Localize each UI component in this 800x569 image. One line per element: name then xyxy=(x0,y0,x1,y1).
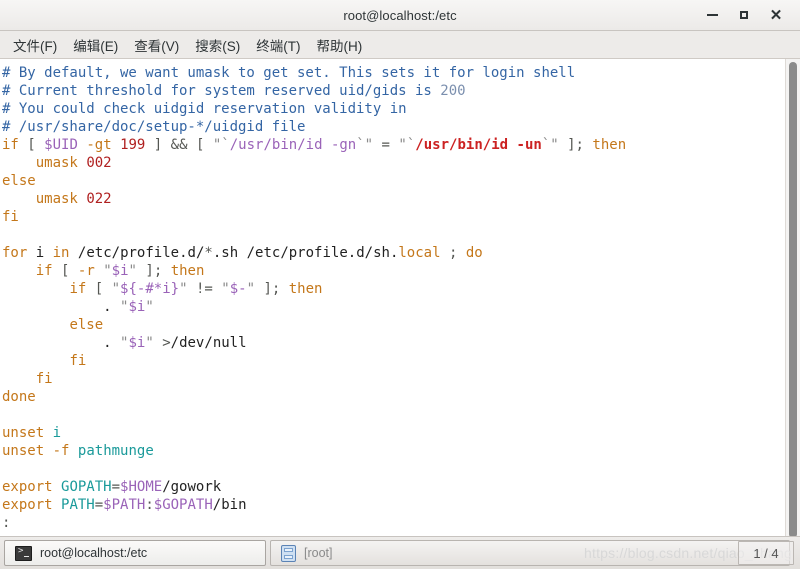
terminal-line: unset i xyxy=(2,425,62,441)
terminal-line: export PATH=$PATH:$GOPATH/bin xyxy=(2,497,247,513)
scrollbar-thumb[interactable] xyxy=(789,62,797,536)
terminal-line: # Current threshold for system reserved … xyxy=(2,83,466,99)
close-button[interactable]: ✕ xyxy=(760,0,792,30)
taskbar: root@localhost:/etc [root] https://blog.… xyxy=(0,536,800,569)
terminal-window: root@localhost:/etc ✕ 文件(F) 编辑(E) 查看(V) … xyxy=(0,0,800,569)
terminal-line: export GOPATH=$HOME/gowork xyxy=(2,479,222,495)
maximize-button[interactable] xyxy=(728,0,760,30)
terminal-line: else xyxy=(69,317,104,333)
window-title: root@localhost:/etc xyxy=(343,7,457,23)
menu-help[interactable]: 帮助(H) xyxy=(310,32,370,58)
terminal-line: if [ $UID -gt 199 ] && [ "`/usr/bin/id -… xyxy=(2,137,627,153)
minimize-icon xyxy=(706,14,718,16)
menu-view[interactable]: 查看(V) xyxy=(127,32,186,58)
menu-edit[interactable]: 编辑(E) xyxy=(66,32,125,58)
taskbar-item-root[interactable]: [root] xyxy=(270,540,790,566)
terminal-line: umask 002 xyxy=(35,155,112,171)
terminal-line: if [ -r "$i" ]; then xyxy=(35,263,205,279)
terminal-line: . "$i" xyxy=(103,299,154,315)
terminal-line: : xyxy=(2,515,11,531)
terminal-line: done xyxy=(2,389,36,405)
terminal-output[interactable]: # By default, we want umask to get set. … xyxy=(0,59,785,536)
menu-search[interactable]: 搜索(S) xyxy=(188,32,247,58)
page-indicator: 1 / 4 xyxy=(738,541,794,565)
terminal-line: # You could check uidgid reservation val… xyxy=(2,101,407,117)
minimize-button[interactable] xyxy=(696,0,728,30)
taskbar-item-terminal-label: root@localhost:/etc xyxy=(40,546,148,560)
close-icon: ✕ xyxy=(769,6,783,24)
terminal-line: fi xyxy=(69,353,87,369)
terminal-line: umask 022 xyxy=(35,191,112,207)
window-titlebar: root@localhost:/etc ✕ xyxy=(0,0,800,31)
terminal-line: . "$i" >/dev/null xyxy=(103,335,247,351)
terminal-line: unset -f pathmunge xyxy=(2,443,154,459)
taskbar-item-terminal[interactable]: root@localhost:/etc xyxy=(4,540,266,566)
terminal-line: fi xyxy=(2,209,19,225)
menu-bar: 文件(F) 编辑(E) 查看(V) 搜索(S) 终端(T) 帮助(H) xyxy=(0,31,800,59)
file-cabinet-icon xyxy=(281,544,296,562)
terminal-line: for i in /etc/profile.d/*.sh /etc/profil… xyxy=(2,245,483,261)
terminal-area: # By default, we want umask to get set. … xyxy=(0,59,800,536)
maximize-icon xyxy=(740,11,748,19)
menu-file[interactable]: 文件(F) xyxy=(6,32,64,58)
terminal-line: # /usr/share/doc/setup-*/uidgid file xyxy=(2,119,306,135)
terminal-line: # By default, we want umask to get set. … xyxy=(2,65,576,81)
terminal-scrollbar[interactable] xyxy=(785,59,800,536)
terminal-line: if [ "${-#*i}" != "$-" ]; then xyxy=(69,281,323,297)
menu-terminal[interactable]: 终端(T) xyxy=(249,32,307,58)
terminal-line: else xyxy=(2,173,36,189)
terminal-line: fi xyxy=(35,371,53,387)
terminal-icon xyxy=(15,545,32,561)
window-controls: ✕ xyxy=(696,0,792,30)
taskbar-item-root-label: [root] xyxy=(304,546,333,560)
